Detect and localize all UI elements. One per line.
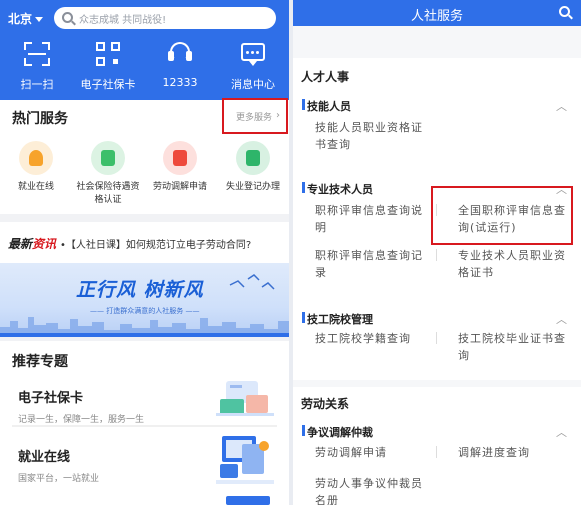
service-school-status-query[interactable]: 技工院校学籍查询 — [315, 330, 423, 347]
column-divider — [436, 249, 437, 261]
unemployment-icon — [236, 141, 270, 175]
employment-icon — [19, 141, 53, 175]
scan-icon — [24, 42, 50, 66]
recommend-item-subtitle: 国家平台，一站就业 — [18, 474, 100, 484]
news-tag-b: 资讯 — [32, 237, 57, 251]
section-labor: 劳动关系 争议调解仲裁 ︿ 劳动调解申请 调解进度查询 劳动人事争议仲裁员名册 — [293, 387, 581, 505]
search-placeholder: 众志成城 共同战役! — [79, 15, 167, 26]
quick-action-scan[interactable]: 扫一扫 — [1, 42, 73, 92]
group-title-technical-school: 技工院校管理 — [302, 312, 373, 326]
section-title: 人才人事 — [301, 70, 350, 84]
home-header: 北京 众志成城 共同战役! 扫一扫 电子社保卡 12333 消息中心 — [0, 0, 289, 100]
recommend-item-employment[interactable]: 就业在线 国家平台，一站就业 — [18, 446, 99, 484]
group-title-dispute: 争议调解仲裁 — [302, 425, 373, 439]
message-icon — [240, 42, 266, 66]
chevron-up-icon[interactable]: ︿ — [556, 311, 567, 327]
news-tag-a: 最新 — [8, 237, 33, 251]
recommend-item-title: 电子社保卡 — [18, 391, 84, 406]
next-illustration-edge — [226, 496, 270, 505]
column-divider — [436, 446, 437, 458]
divider — [0, 337, 289, 341]
divider — [12, 425, 277, 427]
mediation-icon — [163, 141, 197, 175]
service-mediation-apply[interactable]: 劳动调解申请 — [315, 444, 423, 461]
skyline-illustration — [0, 317, 289, 337]
service-title-review-notes[interactable]: 职称评审信息查询说明 — [315, 202, 423, 236]
news-tag: 最新资讯 — [8, 235, 56, 252]
chevron-right-icon: › — [276, 110, 280, 121]
more-services-label: 更多服务 — [236, 113, 273, 123]
service-label: 劳动调解申请 — [152, 182, 207, 192]
quick-action-label: 扫一扫 — [20, 78, 54, 91]
service-list-screen: 人社服务 人才人事 技能人员 ︿ 技能人员职业资格证书查询 专业技术人员 ︿ 职… — [293, 0, 581, 505]
more-services-link[interactable]: 更多服务 › — [222, 98, 288, 134]
recommend-item-subtitle: 记录一生，保障一生，服务一生 — [18, 415, 145, 425]
employment-illustration — [216, 436, 274, 484]
group-title-skill: 技能人员 — [302, 99, 351, 113]
quick-action-hotline[interactable]: 12333 — [144, 42, 216, 89]
service-label: 就业在线 — [17, 182, 54, 192]
chevron-up-icon[interactable]: ︿ — [556, 424, 567, 440]
birds-illustration — [229, 274, 275, 290]
quick-action-label: 消息中心 — [231, 78, 275, 91]
highlight-box — [431, 186, 573, 245]
service-professional-cert[interactable]: 专业技术人员职业资格证书 — [458, 247, 566, 281]
quick-action-label: 12333 — [162, 76, 198, 89]
search-input[interactable]: 众志成城 共同战役! — [54, 7, 276, 29]
service-header: 人社服务 — [293, 0, 581, 26]
service-label: 社会保险待遇资格认证 — [76, 182, 140, 205]
headset-icon — [167, 42, 193, 66]
chevron-up-icon[interactable]: ︿ — [556, 98, 567, 114]
page-title: 人社服务 — [410, 9, 463, 24]
service-label: 失业登记办理 — [225, 182, 280, 192]
city-selector[interactable]: 北京 — [8, 10, 44, 27]
search-icon[interactable] — [559, 6, 570, 17]
qr-code-icon — [95, 42, 121, 66]
group-title-professional: 专业技术人员 — [302, 182, 373, 196]
service-insurance-cert[interactable]: 社会保险待遇资格认证 — [72, 141, 144, 207]
social-card-illustration — [216, 381, 274, 416]
hot-services-title: 热门服务 — [12, 111, 68, 127]
service-graduation-cert-query[interactable]: 技工院校毕业证书查询 — [458, 330, 566, 364]
screenshot-root: 北京 众志成城 共同战役! 扫一扫 电子社保卡 12333 消息中心 热门服务 … — [0, 0, 581, 505]
news-headline[interactable]: •【人社日课】如何规范订立电子劳动合同? — [60, 236, 251, 251]
search-icon — [62, 12, 73, 23]
service-mediation-progress[interactable]: 调解进度查询 — [458, 444, 566, 461]
insurance-icon — [91, 141, 125, 175]
quick-action-messages[interactable]: 消息中心 — [217, 42, 289, 92]
column-divider — [436, 332, 437, 344]
banner-headline: 正行风 树新风 — [76, 279, 204, 301]
service-unemployment[interactable]: 失业登记办理 — [217, 141, 289, 194]
service-skill-cert-query[interactable]: 技能人员职业资格证书查询 — [315, 119, 423, 153]
home-screen: 北京 众志成城 共同战役! 扫一扫 电子社保卡 12333 消息中心 热门服务 … — [0, 0, 289, 505]
service-arbitrator-roster[interactable]: 劳动人事争议仲裁员名册 — [315, 475, 423, 505]
caret-down-icon — [35, 17, 44, 22]
service-mediation[interactable]: 劳动调解申请 — [144, 141, 216, 194]
service-title-review-records[interactable]: 职称评审信息查询记录 — [315, 247, 423, 281]
quick-action-label: 电子社保卡 — [80, 78, 136, 91]
quick-action-social-card[interactable]: 电子社保卡 — [72, 42, 144, 92]
city-label: 北京 — [8, 12, 33, 26]
recommend-item-title: 就业在线 — [18, 450, 71, 465]
recommend-title: 推荐专题 — [12, 354, 68, 370]
section-title: 劳动关系 — [301, 397, 350, 411]
service-employment[interactable]: 就业在线 — [0, 141, 72, 194]
promo-banner[interactable]: 正行风 树新风 —— 打造群众满意的人社服务 —— — [0, 263, 289, 337]
divider — [0, 214, 289, 222]
recommend-item-social-card[interactable]: 电子社保卡 记录一生，保障一生，服务一生 — [18, 387, 144, 425]
banner-tagline: —— 打造群众满意的人社服务 —— — [90, 307, 200, 315]
